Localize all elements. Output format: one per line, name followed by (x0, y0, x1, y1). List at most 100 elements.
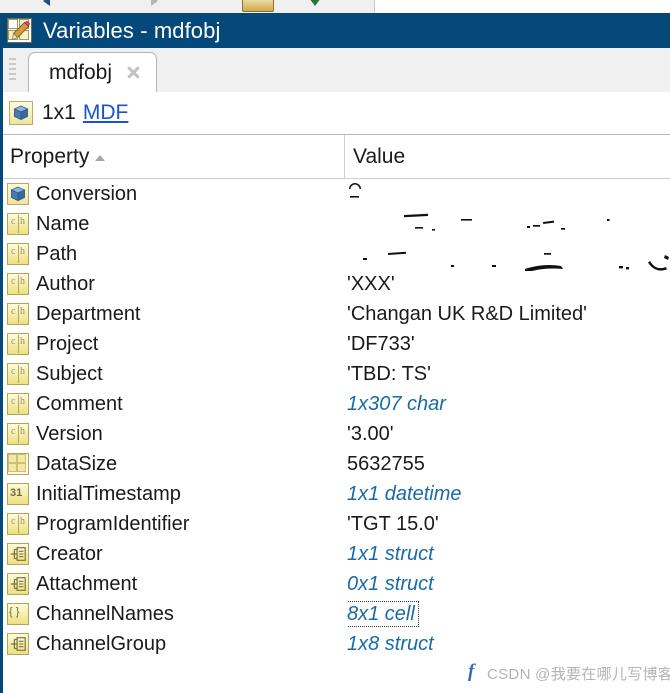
property-value: 'Changan UK R&D Limited' (347, 303, 587, 325)
window-title: Variables - mdfobj (43, 17, 221, 43)
property-name: Project (36, 333, 99, 355)
table-row[interactable]: Subject 'TBD: TS' (0, 359, 670, 389)
value-cell[interactable]: 1x1 struct (347, 539, 670, 569)
variable-class-link[interactable]: MDF (83, 101, 129, 125)
value-cell[interactable]: 1x307 char (347, 389, 670, 419)
struct-icon (7, 573, 29, 595)
open-folder-icon[interactable] (242, 0, 276, 13)
property-cell[interactable]: Creator (3, 539, 344, 569)
property-value: 1x1 struct (347, 543, 434, 565)
table-row[interactable]: Project 'DF733' (0, 329, 670, 359)
table-row[interactable]: Name (0, 209, 670, 239)
cube-icon (9, 101, 33, 125)
property-name: Department (36, 303, 141, 325)
property-name: Comment (36, 393, 123, 415)
window-titlebar: Variables - mdfobj (0, 13, 670, 48)
value-cell[interactable] (347, 179, 670, 209)
table-row[interactable]: Department 'Changan UK R&D Limited' (0, 299, 670, 329)
property-value: 8x1 cell (347, 601, 419, 627)
value-cell[interactable]: 'TBD: TS' (347, 359, 670, 389)
property-cell[interactable]: DataSize (3, 449, 344, 479)
property-name: Attachment (36, 573, 138, 595)
value-cell[interactable] (347, 239, 670, 269)
column-header-property[interactable]: Property (3, 135, 344, 178)
property-cell[interactable]: Comment (3, 389, 344, 419)
property-value: 'DF733' (347, 333, 415, 355)
property-value: 1x1 datetime (347, 483, 462, 505)
property-name: ChannelNames (36, 603, 174, 625)
variable-summary-bar: 1x1 MDF (0, 92, 670, 134)
table-row[interactable]: ProgramIdentifier 'TGT 15.0' (0, 509, 670, 539)
property-name: Subject (36, 363, 103, 385)
value-cell[interactable]: 1x8 struct (347, 629, 670, 659)
table-row[interactable]: InitialTimestamp 1x1 datetime (0, 479, 670, 509)
char-icon (7, 513, 29, 535)
column-header-property-label: Property (10, 144, 90, 168)
value-cell[interactable]: 'DF733' (347, 329, 670, 359)
variables-editor-window: Variables - mdfobj mdfobj 1x1 MDF Proper… (0, 0, 670, 693)
value-cell[interactable]: 'XXX' (347, 269, 670, 299)
column-header-value[interactable]: Value (344, 135, 670, 178)
property-cell[interactable]: Version (3, 419, 344, 449)
property-cell[interactable]: Name (3, 209, 344, 239)
table-row[interactable]: Path (0, 239, 670, 269)
property-cell[interactable]: Path (3, 239, 344, 269)
datetime-icon (7, 483, 29, 505)
value-cell[interactable]: 8x1 cell (347, 599, 670, 629)
property-cell[interactable]: InitialTimestamp (3, 479, 344, 509)
property-cell[interactable]: Subject (3, 359, 344, 389)
sort-ascending-icon (95, 155, 106, 161)
value-cell[interactable]: 5632755 (347, 449, 670, 479)
table-row[interactable]: DataSize 5632755 (0, 449, 670, 479)
tab-mdfobj[interactable]: mdfobj (28, 52, 158, 92)
property-value: '3.00' (347, 423, 394, 445)
variable-dimensions: 1x1 (42, 101, 76, 124)
char-icon (7, 333, 29, 355)
value-cell[interactable]: 1x1 datetime (347, 479, 670, 509)
toolbar-right-pane (374, 0, 670, 13)
table-row[interactable]: Version '3.00' (0, 419, 670, 449)
char-icon (7, 243, 29, 265)
property-cell[interactable]: Department (3, 299, 344, 329)
property-cell[interactable]: ChannelNames (3, 599, 344, 629)
table-body: Conversion Name Path Author 'XXX' Department '… (0, 179, 670, 693)
table-row[interactable]: Comment 1x307 char (0, 389, 670, 419)
property-name: Creator (36, 543, 103, 565)
property-name: InitialTimestamp (36, 483, 181, 505)
table-row[interactable]: ChannelGroup 1x8 struct (0, 629, 670, 659)
value-cell[interactable]: 0x1 struct (347, 569, 670, 599)
panel-drag-handle[interactable] (9, 58, 16, 80)
property-cell[interactable]: Project (3, 329, 344, 359)
table-row[interactable]: Creator 1x1 struct (0, 539, 670, 569)
char-icon (7, 363, 29, 385)
value-cell[interactable]: 'Changan UK R&D Limited' (347, 299, 670, 329)
property-value: 'TBD: TS' (347, 363, 431, 385)
struct-icon (7, 543, 29, 565)
property-name: Author (36, 273, 95, 295)
property-name: Version (36, 423, 103, 445)
table-row[interactable]: ChannelNames 8x1 cell (0, 599, 670, 629)
table-row[interactable]: Author 'XXX' (0, 269, 670, 299)
property-name: ProgramIdentifier (36, 513, 190, 535)
cube-icon (7, 183, 29, 205)
csdn-watermark: CSDN @我要在哪儿写博客 (487, 666, 670, 683)
property-cell[interactable]: ProgramIdentifier (3, 509, 344, 539)
property-cell[interactable]: Conversion (3, 179, 344, 209)
back-arrow-icon[interactable] (42, 0, 58, 13)
forward-arrow-icon[interactable] (148, 0, 164, 13)
property-cell[interactable]: Author (3, 269, 344, 299)
value-cell[interactable] (347, 209, 670, 239)
char-icon (7, 213, 29, 235)
value-cell[interactable]: 'TGT 15.0' (347, 509, 670, 539)
value-cell[interactable]: '3.00' (347, 419, 670, 449)
property-cell[interactable]: Attachment (3, 569, 344, 599)
download-arrow-icon[interactable] (307, 0, 325, 13)
table-row[interactable]: Conversion (0, 179, 670, 209)
char-icon (7, 273, 29, 295)
property-value: 1x307 char (347, 393, 446, 415)
grid-icon (7, 453, 29, 475)
table-row[interactable]: Attachment 0x1 struct (0, 569, 670, 599)
property-name: Name (36, 213, 90, 235)
close-icon[interactable] (125, 64, 142, 81)
property-cell[interactable]: ChannelGroup (3, 629, 344, 659)
